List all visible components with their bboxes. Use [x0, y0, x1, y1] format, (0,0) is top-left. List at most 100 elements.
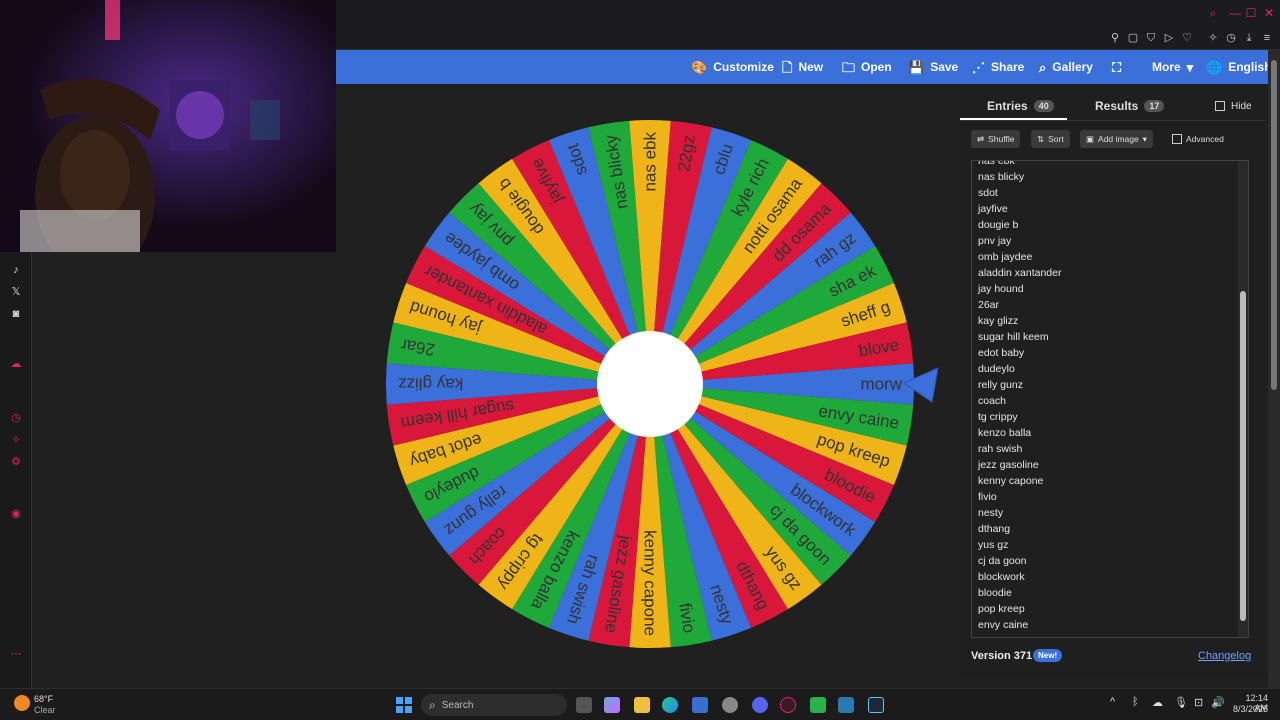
page-scrollbar[interactable]: [1268, 50, 1280, 688]
entries-scrollbar[interactable]: [1238, 161, 1248, 637]
chevron-up-icon[interactable]: ^: [1110, 696, 1115, 708]
list-item: dthang: [978, 523, 1011, 535]
version-label: Version 371: [971, 650, 1033, 662]
spin-wheel[interactable]: morw envy caine pop kreep bloodie blockwork c…: [384, 118, 916, 650]
wheel-pointer: [902, 367, 939, 403]
taskbar-search[interactable]: ⌕ Search: [421, 694, 567, 716]
play-icon[interactable]: ▷: [1162, 31, 1176, 45]
chrome-icon[interactable]: [722, 697, 738, 713]
entries-textarea[interactable]: nas ebk nas blicky sdot jayfive dougie b pnv…: [971, 160, 1249, 638]
hide-checkbox[interactable]: Hide: [1215, 96, 1252, 116]
list-item: jezz gasoline: [978, 459, 1039, 471]
list-item: jay hound: [978, 283, 1024, 295]
add-image-button[interactable]: ▣ Add image ▾: [1080, 130, 1153, 148]
list-item: envy caine: [978, 619, 1029, 631]
task-view-icon[interactable]: [576, 697, 592, 713]
download-icon[interactable]: ⤓: [1242, 31, 1256, 45]
store-icon[interactable]: [692, 697, 708, 713]
copilot-icon[interactable]: [604, 697, 620, 713]
search-icon: ⌕: [1039, 59, 1047, 75]
list-item: jayfive: [978, 203, 1008, 215]
sort-button[interactable]: ⇅ Sort: [1031, 130, 1070, 148]
list-item: dougie b: [978, 219, 1019, 231]
language-button[interactable]: 🌐 English: [1206, 50, 1272, 84]
hide-checkbox-box[interactable]: [1215, 101, 1225, 111]
tab-entries[interactable]: Entries 40: [987, 96, 1054, 116]
shuffle-icon: ⇄: [977, 133, 985, 144]
open-button[interactable]: 🗀 Open: [842, 50, 892, 84]
list-item: fivio: [978, 491, 997, 503]
webcam-image: [0, 0, 336, 252]
more-button[interactable]: More ▾: [1152, 50, 1193, 84]
more-dots-icon[interactable]: ⋯: [8, 646, 24, 662]
menu-icon[interactable]: ≡: [1260, 31, 1274, 45]
windows-start-icon[interactable]: [396, 697, 412, 713]
close-icon[interactable]: ✕: [1262, 6, 1276, 20]
discord-icon[interactable]: [752, 697, 768, 713]
screenshot-icon[interactable]: ▢: [1126, 31, 1140, 45]
tab-results[interactable]: Results 17: [1095, 96, 1165, 116]
advanced-checkbox[interactable]: Advanced: [1166, 130, 1230, 148]
shuffle-button[interactable]: ⇄ Shuffle: [971, 130, 1021, 148]
shield-icon[interactable]: ⛉: [1144, 31, 1158, 45]
tabs-divider: [960, 120, 1266, 121]
spreadsheet-icon[interactable]: [810, 697, 826, 713]
list-item: bloodie: [978, 587, 1012, 599]
changelog-link[interactable]: Changelog: [1198, 650, 1251, 662]
page-scrollbar-thumb[interactable]: [1271, 60, 1277, 390]
search-icon[interactable]: ⌕: [1206, 6, 1220, 20]
save-button[interactable]: 💾 Save: [908, 50, 958, 84]
list-item: nas ebk: [978, 160, 1015, 167]
x-icon[interactable]: 𝕏: [8, 284, 24, 300]
customize-button[interactable]: 🎨 Customize: [691, 50, 774, 84]
network-icon[interactable]: ⊡: [1194, 696, 1203, 709]
pin-icon[interactable]: ⚲: [1108, 31, 1122, 45]
gallery-button[interactable]: ⌕ Gallery: [1039, 50, 1093, 84]
record-icon[interactable]: ◉: [8, 506, 24, 522]
puzzle-icon[interactable]: ✧: [8, 432, 24, 448]
extensions-icon[interactable]: ✧: [1206, 31, 1220, 45]
discord-icon[interactable]: ◙: [8, 306, 24, 322]
bluetooth-icon[interactable]: ᛒ: [1132, 696, 1139, 708]
steam-icon[interactable]: [868, 697, 884, 713]
edge-icon[interactable]: [662, 697, 678, 713]
maximize-icon[interactable]: ☐: [1244, 6, 1258, 20]
wheel-svg[interactable]: morwenvy cainepop kreepbloodieblockworkc…: [384, 118, 916, 650]
search-icon: ⌕: [429, 697, 436, 712]
clock-date: 8/3/2025: [1232, 704, 1268, 714]
entries-scrollbar-thumb[interactable]: [1240, 291, 1246, 621]
list-item: blockwork: [978, 571, 1025, 583]
heart-icon[interactable]: ♡: [1180, 31, 1194, 45]
app-icon[interactable]: [838, 697, 854, 713]
weather-desc: Clear: [34, 705, 56, 715]
list-item: dudeylo: [978, 363, 1015, 375]
opera-gx-icon[interactable]: [780, 697, 796, 713]
list-item: rah swish: [978, 443, 1023, 455]
wheel-center[interactable]: [597, 331, 703, 437]
palette-icon: 🎨: [691, 59, 708, 75]
cloud-icon[interactable]: ☁: [8, 356, 24, 372]
list-item: relly gunz: [978, 379, 1023, 391]
list-item: coach: [978, 395, 1007, 407]
list-item: kenzo balla: [978, 427, 1032, 439]
wheel-label: morw: [860, 375, 902, 394]
new-button[interactable]: 🗋 New: [782, 50, 823, 84]
file-explorer-icon[interactable]: [634, 697, 650, 713]
list-item: aladdin xantander: [978, 267, 1062, 279]
floppy-icon: 💾: [908, 59, 925, 75]
fullscreen-button[interactable]: ⛶: [1112, 50, 1121, 84]
advanced-checkbox-box[interactable]: [1172, 134, 1182, 144]
minimize-icon[interactable]: —: [1228, 6, 1242, 20]
tiktok-icon[interactable]: ♪: [8, 262, 24, 278]
clock-icon[interactable]: ◷: [8, 410, 24, 426]
left-sidebar: ♪ 𝕏 ◙ ☁ ◷ ✧ ⚙ ◉ ⋯: [0, 252, 32, 688]
share-button[interactable]: ⋰ Share: [972, 50, 1024, 84]
history-icon[interactable]: ◷: [1224, 31, 1238, 45]
list-item: tg crippy: [978, 411, 1018, 423]
share-icon: ⋰: [972, 59, 985, 75]
cloud-icon[interactable]: ☁: [1152, 696, 1163, 709]
gear-icon[interactable]: ⚙: [8, 454, 24, 470]
file-icon: 🗋: [782, 59, 793, 75]
microphone-icon[interactable]: 🎙: [1174, 696, 1188, 709]
volume-icon[interactable]: 🔊: [1211, 696, 1225, 709]
